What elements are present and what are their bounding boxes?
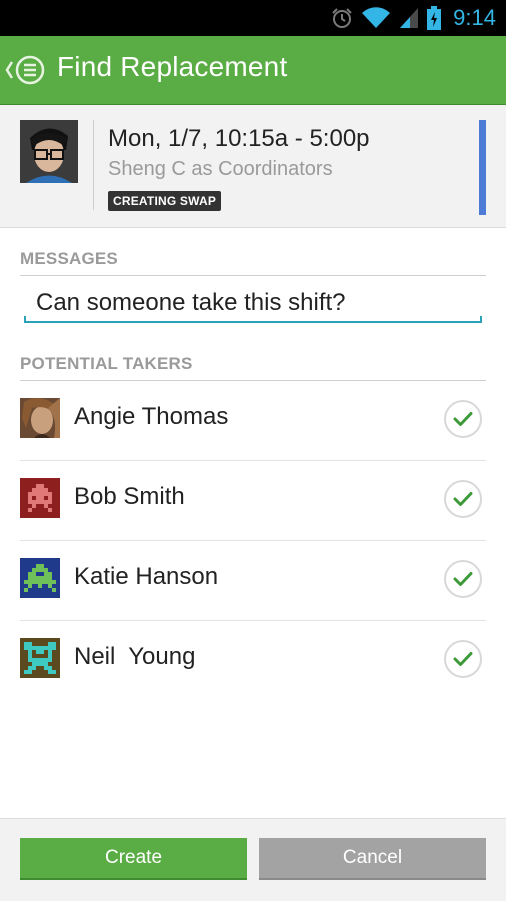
pixel-invader-icon <box>20 478 60 518</box>
person-photo-icon <box>20 398 60 438</box>
pixel-invader-icon <box>20 638 60 678</box>
shift-assignee: Sheng C as Coordinators <box>108 158 333 180</box>
status-icons: 9:14 <box>331 0 496 36</box>
create-button[interactable]: Create <box>20 838 247 880</box>
up-navigation-button[interactable] <box>4 52 50 88</box>
avatar <box>20 398 60 438</box>
user-avatar <box>20 120 78 183</box>
avatar <box>20 638 60 678</box>
alarm-icon <box>332 8 352 28</box>
messages-section-title: MESSAGES <box>20 249 118 268</box>
shift-summary-card: Mon, 1/7, 10:15a - 5:00p Sheng C as Coor… <box>0 105 506 228</box>
page-title: Find Replacement <box>57 51 288 82</box>
clock-time: 9:14 <box>453 5 496 30</box>
avatar <box>20 558 60 598</box>
signal-icon <box>400 8 419 28</box>
battery-charging-icon <box>427 6 442 30</box>
status-badge: CREATING SWAP <box>108 191 222 211</box>
chevron-left-icon <box>5 61 14 79</box>
messages-divider <box>20 275 486 276</box>
cancel-button[interactable]: Cancel <box>259 838 486 880</box>
check-icon <box>453 412 473 426</box>
message-input[interactable] <box>24 280 482 326</box>
message-input-underline <box>24 316 482 323</box>
bottom-button-bar: Create Cancel <box>0 818 506 901</box>
avatar <box>20 478 60 518</box>
takers-section-title: POTENTIAL TAKERS <box>20 354 193 373</box>
taker-row[interactable]: Katie Hanson <box>20 541 486 621</box>
select-taker-toggle[interactable] <box>444 400 482 438</box>
taker-name: Katie Hanson <box>74 563 219 590</box>
taker-row[interactable]: Neil Young <box>20 621 486 700</box>
taker-row[interactable]: Bob Smith <box>20 461 486 541</box>
taker-name: Bob Smith <box>74 483 185 510</box>
takers-list: Angie Thomas Bob Smith Katie Hanson Neil… <box>0 381 506 700</box>
action-bar: Find Replacement <box>0 36 506 105</box>
shift-time: Mon, 1/7, 10:15a - 5:00p <box>108 125 370 152</box>
taker-name: Angie Thomas <box>74 403 229 430</box>
select-taker-toggle[interactable] <box>444 480 482 518</box>
taker-name: Neil Young <box>74 643 196 670</box>
pixel-invader-icon <box>20 558 60 598</box>
vertical-divider <box>93 120 94 210</box>
menu-list-icon <box>15 55 45 85</box>
select-taker-toggle[interactable] <box>444 640 482 678</box>
select-taker-toggle[interactable] <box>444 560 482 598</box>
shift-color-indicator <box>479 120 486 215</box>
check-icon <box>453 652 473 666</box>
check-icon <box>453 492 473 506</box>
status-bar: 9:14 <box>0 0 506 36</box>
check-icon <box>453 572 473 586</box>
person-photo-icon <box>20 120 78 183</box>
taker-row[interactable]: Angie Thomas <box>20 381 486 461</box>
wifi-icon <box>362 7 391 29</box>
